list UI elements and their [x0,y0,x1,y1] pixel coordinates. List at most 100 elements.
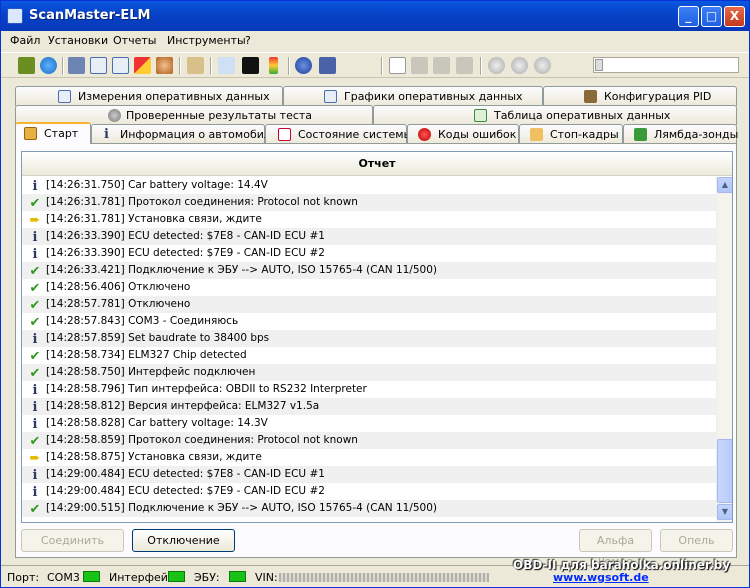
minimize-button[interactable]: _ [678,6,699,27]
log-row-text: [14:26:31.781] Протокол соединения: Prot… [46,196,358,208]
terminal-icon[interactable] [242,57,259,74]
clipboard-icon[interactable] [187,57,204,74]
scroll-thumb[interactable] [717,439,732,503]
info-icon: i [32,485,38,500]
tab-vehicle-info[interactable]: i Информация о автомобиле [91,124,278,144]
log-row[interactable]: i [14:28:58.796] Тип интерфейса: OBDII to… [22,381,716,398]
table-icon [58,90,71,103]
log-row-text: [14:26:33.421] Подключение к ЭБУ --> AUT… [46,264,437,276]
play-icon[interactable] [488,57,505,74]
menu-bar: Файл Установки Отчеты Инструменты ? [1,31,749,51]
log-row-text: [14:26:31.750] Car battery voltage: 14.4… [46,179,268,191]
tab-start[interactable]: Старт [15,122,91,144]
log-row[interactable]: i [14:29:00.484] ECU detected: $7E8 - CAN… [22,466,716,483]
log-row[interactable]: ✔ [14:26:33.421] Подключение к ЭБУ --> AU… [22,262,716,279]
log-row[interactable]: ✔ [14:28:58.734] ELM327 Chip detected [22,347,716,364]
checkmark-icon: ✔ [29,298,41,313]
tab-live-table[interactable]: Таблица оперативных данных [373,105,737,125]
scroll-up-button[interactable]: ▲ [717,177,732,193]
log-row[interactable]: ✔ [14:28:56.406] Отключено [22,279,716,296]
log-row[interactable]: i [14:26:33.390] ECU detected: $7E9 - CAN… [22,245,716,262]
info-icon: i [32,468,38,483]
save-icon[interactable] [433,57,450,74]
report-log[interactable]: Отчет i [14:26:31.750] Car battery voltag… [21,151,733,523]
log-row-text: [14:29:00.484] ECU detected: $7E9 - CAN-… [46,485,325,497]
chart-icon[interactable] [112,57,129,74]
title-bar[interactable]: ScanMaster-ELM _ □ X [1,1,749,31]
gear-icon [108,109,121,122]
slider-thumb[interactable] [595,59,603,71]
interface-led [168,571,185,582]
wrench-icon [584,90,597,103]
alfa-romeo-button[interactable]: Альфа Ромео [579,529,652,568]
log-row[interactable]: ✔ [14:28:58.750] Интерфейс подключен [22,364,716,381]
arrow-right-icon: ➨ [29,451,41,466]
log-row[interactable]: ✔ [14:28:58.859] Протокол соединения: Pro… [22,432,716,449]
info-icon[interactable] [295,57,312,74]
open-icon[interactable] [411,57,428,74]
log-row[interactable]: i [14:28:58.812] Версия интерфейса: ELM32… [22,398,716,415]
log-row-text: [14:28:58.875] Установка связи, ждите [46,451,262,463]
log-row[interactable]: ✔ [14:26:31.781] Протокол соединения: Pro… [22,194,716,211]
menu-help[interactable]: ? [245,34,251,47]
vin-value [279,573,489,582]
battery-icon[interactable] [269,57,278,74]
tab-label: Графики оперативных данных [344,90,523,103]
log-row-text: [14:28:58.734] ELM327 Chip detected [46,349,247,361]
maximize-button[interactable]: □ [701,6,722,27]
tab-live-measurements[interactable]: Измерения оперативных данных [15,86,283,106]
disconnect-button[interactable]: Отключение [132,529,235,552]
menu-reports[interactable]: Отчеты [113,34,156,47]
port-value: COM3 [47,571,80,584]
tab-system-status[interactable]: Состояние системы [265,124,412,144]
menu-file[interactable]: Файл [10,34,40,47]
scroll-down-button[interactable]: ▼ [717,504,732,520]
new-doc-icon[interactable] [389,57,406,74]
pie-icon[interactable] [134,57,151,74]
log-row[interactable]: i [14:28:57.859] Set baudrate to 38400 bp… [22,330,716,347]
record-icon[interactable] [534,57,551,74]
connect-button[interactable]: Соединить [21,529,124,552]
toolbar-separator [179,57,181,75]
log-row-text: [14:28:56.406] Отключено [46,281,191,293]
user-icon[interactable] [156,57,173,74]
log-row[interactable]: ➨ [14:26:31.781] Установка связи, ждите [22,211,716,228]
grid-icon [474,109,487,122]
log-row[interactable]: i [14:26:33.390] ECU detected: $7E8 - CAN… [22,228,716,245]
zoom-slider[interactable] [593,57,739,73]
menu-tools[interactable]: Инструменты [167,34,246,47]
log-row[interactable]: ✔ [14:29:00.515] Подключение к ЭБУ --> AU… [22,500,716,517]
tab-label: Состояние системы [298,128,413,141]
log-row[interactable]: ✔ [14:28:57.843] COM3 - Соединяюсь [22,313,716,330]
dashboard-icon[interactable] [68,57,85,74]
tab-lambda-sensors[interactable]: Лямбда-зонды [623,124,738,144]
tab-pid-config[interactable]: Конфигурация PID [543,86,737,106]
log-row[interactable]: i [14:28:58.828] Car battery voltage: 14.… [22,415,716,432]
tab-freeze-frames[interactable]: Стоп-кадры [519,124,623,144]
log-row-text: [14:28:58.750] Интерфейс подключен [46,366,256,378]
tab-label: Конфигурация PID [604,90,712,103]
tab-error-codes[interactable]: Коды ошибок [407,124,519,144]
chart-icon [324,90,337,103]
log-row-text: [14:28:58.812] Версия интерфейса: ELM327… [46,400,320,412]
opel-button[interactable]: Опель [660,529,733,552]
log-row[interactable]: i [14:26:31.750] Car battery voltage: 14.… [22,177,716,194]
print-icon[interactable] [456,57,473,74]
stop-icon[interactable] [511,57,528,74]
connect-wizard-icon[interactable] [18,57,35,74]
globe-icon[interactable] [40,57,57,74]
tab-live-charts[interactable]: Графики оперативных данных [283,86,543,106]
tab-label: Информация о автомобиле [120,128,278,141]
ecu-label: ЭБУ: [194,571,220,584]
log-row[interactable]: i [14:29:00.484] ECU detected: $7E9 - CAN… [22,483,716,500]
table-icon[interactable] [90,57,107,74]
menu-settings[interactable]: Установки [48,34,108,47]
info-icon: i [104,127,109,142]
log-scrollbar[interactable]: ▲ ▼ [716,177,732,522]
search-icon[interactable] [218,57,235,74]
window-title: ScanMaster-ELM [29,8,151,23]
close-button[interactable]: X [724,6,745,27]
log-row[interactable]: ✔ [14:28:57.781] Отключено [22,296,716,313]
help-book-icon[interactable] [319,57,336,74]
log-row[interactable]: ➨ [14:28:58.875] Установка связи, ждите [22,449,716,466]
